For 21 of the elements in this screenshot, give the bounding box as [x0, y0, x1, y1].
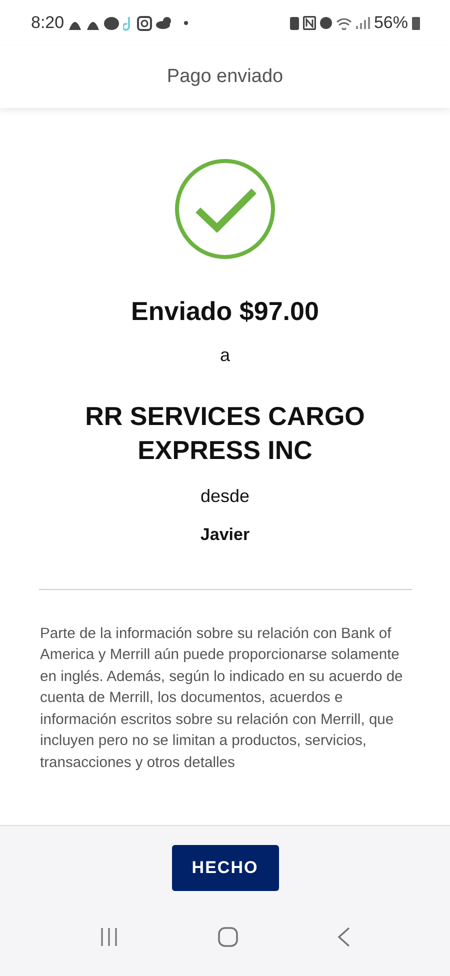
- from-label: desde: [200, 486, 250, 507]
- done-button[interactable]: HECHO: [172, 845, 278, 891]
- screen-title: Pago enviado: [166, 66, 284, 88]
- to-label: a: [220, 345, 230, 366]
- battery-icon: [412, 16, 420, 30]
- home-icon[interactable]: [218, 927, 238, 947]
- checkmark-circle-icon: [174, 158, 276, 260]
- dot-icon: [184, 21, 188, 25]
- nfc-icon: [302, 16, 316, 30]
- battery-percentage: 56%: [374, 13, 408, 33]
- recent-apps-icon[interactable]: [99, 927, 120, 947]
- wifi-icon: [336, 16, 352, 30]
- camera-icon: [137, 16, 152, 30]
- back-icon[interactable]: [336, 927, 351, 947]
- signal-icon: [356, 17, 370, 29]
- amount-sent: Enviado $97.00: [131, 296, 319, 327]
- sender-name: Javier: [200, 524, 250, 545]
- recipient-name: RR SERVICES CARGO EXPRESS INC: [84, 400, 366, 467]
- status-time: 8:20: [31, 13, 64, 33]
- disclaimer-text: Parte de la información sobre su relación con Bank of America y Merrill aún puede proporcionarse solamente en inglés. Además, según lo indicado en su acuerdo de cuenta de Merrill, los documentos, acuerdos e información escritos sobre su relación con Merrill, que incluyen pero no se limitan a productos, servicios, transacciones y otros detalles: [40, 624, 404, 773]
- chat-bubble-icon: [104, 16, 120, 30]
